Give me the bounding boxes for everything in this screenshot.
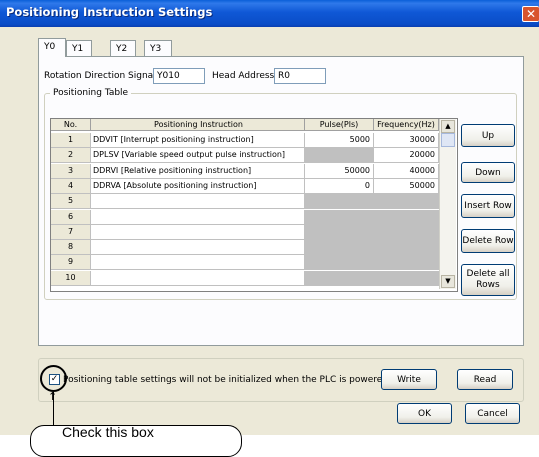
tab-y3[interactable]: Y3	[144, 40, 172, 56]
row-number: 7	[51, 224, 91, 240]
frequency-cell	[374, 194, 439, 210]
frequency-cell	[374, 240, 439, 256]
instruction-text: DDRVI [Relative positioning instruction]	[93, 165, 252, 175]
instruction-text: DDVIT [Interrupt positioning instruction…	[93, 135, 254, 144]
rotation-direction-label: Rotation Direction Signal	[44, 71, 156, 81]
positioning-table: No. Positioning Instruction Pulse(Pls) F…	[50, 118, 458, 292]
frequency-cell[interactable]: 30000	[374, 133, 439, 148]
up-button[interactable]: Up	[461, 124, 515, 147]
row-number: 2	[51, 148, 91, 164]
table-row[interactable]: 6▼	[51, 209, 439, 225]
callout-text: Check this box	[62, 424, 154, 440]
instruction-text: DPLSV [Variable speed output pulse instr…	[93, 150, 286, 160]
frequency-cell	[374, 255, 439, 271]
down-button[interactable]: Down	[461, 162, 515, 183]
instruction-cell[interactable]: ▼	[91, 224, 305, 240]
frequency-cell[interactable]: 40000	[374, 163, 439, 179]
close-icon[interactable]: ✕	[522, 6, 539, 22]
column-header-no: No.	[51, 119, 91, 131]
frequency-cell	[374, 209, 439, 225]
read-button[interactable]: Read	[457, 369, 513, 390]
pulse-cell	[305, 209, 374, 225]
row-number: 6	[51, 209, 91, 225]
insert-row-button[interactable]: Insert Row	[461, 194, 515, 218]
row-number: 8	[51, 240, 91, 256]
callout-arrow	[53, 392, 54, 425]
instruction-cell[interactable]: ▼	[91, 255, 305, 271]
ok-button[interactable]: OK	[397, 403, 452, 424]
frequency-cell[interactable]: 50000	[374, 178, 439, 194]
table-row[interactable]: 10▼	[51, 270, 439, 286]
row-number: 1	[51, 133, 91, 148]
callout-circle	[40, 365, 67, 392]
delete-row-button[interactable]: Delete Row	[461, 229, 515, 253]
pulse-cell[interactable]: 5000	[305, 133, 374, 148]
row-number: 4	[51, 178, 91, 194]
instruction-cell[interactable]: DDVIT [Interrupt positioning instruction…	[91, 133, 305, 148]
tab-y0[interactable]: Y0	[38, 38, 66, 57]
instruction-text: DDRVA [Absolute positioning instruction]	[93, 180, 257, 190]
column-header-frequency: Frequency(Hz)	[374, 119, 439, 131]
column-header-instruction: Positioning Instruction	[91, 119, 305, 131]
pulse-cell	[305, 270, 374, 286]
row-number: 9	[51, 255, 91, 271]
instruction-cell[interactable]: DDRVA [Absolute positioning instruction]…	[91, 178, 305, 194]
instruction-cell[interactable]: DDRVI [Relative positioning instruction]…	[91, 163, 305, 179]
table-row[interactable]: 3 DDRVI [Relative positioning instruction…	[51, 163, 439, 179]
table-row[interactable]: 7▼	[51, 224, 439, 240]
head-address-input[interactable]: R0	[274, 68, 326, 84]
tab-y2[interactable]: Y2	[110, 40, 136, 56]
write-button[interactable]: Write	[381, 369, 437, 390]
row-number: 5	[51, 194, 91, 210]
frequency-cell	[374, 270, 439, 286]
table-row[interactable]: 5▼	[51, 194, 439, 210]
scroll-up-icon[interactable]: ▲	[441, 120, 455, 133]
scroll-down-icon[interactable]: ▼	[441, 275, 455, 288]
pulse-cell[interactable]: 50000	[305, 163, 374, 179]
instruction-cell[interactable]: ▼	[91, 240, 305, 256]
table-header-row: No. Positioning Instruction Pulse(Pls) F…	[51, 119, 439, 131]
pulse-cell[interactable]: 0	[305, 178, 374, 194]
table-row[interactable]: 1 DDVIT [Interrupt positioning instructio…	[51, 133, 439, 148]
scroll-thumb[interactable]	[441, 133, 455, 147]
table-row[interactable]: 4 DDRVA [Absolute positioning instruction…	[51, 178, 439, 194]
pulse-cell	[305, 224, 374, 240]
pulse-cell	[305, 255, 374, 271]
instruction-cell[interactable]: ▼	[91, 270, 305, 286]
pulse-cell	[305, 148, 374, 164]
row-number: 3	[51, 163, 91, 179]
instruction-cell[interactable]: ▼	[91, 194, 305, 210]
instruction-cell[interactable]: ▼	[91, 209, 305, 225]
title-bar[interactable]: Positioning Instruction Settings ✕	[0, 0, 539, 27]
window-title: Positioning Instruction Settings	[6, 5, 213, 19]
table-row[interactable]: 2 DPLSV [Variable speed output pulse inst…	[51, 148, 439, 164]
pulse-cell	[305, 240, 374, 256]
table-row[interactable]: 9▼	[51, 255, 439, 271]
rotation-direction-input[interactable]: Y010	[153, 68, 205, 84]
dialog-window: Positioning Instruction Settings ✕ Y0 Y1…	[0, 0, 539, 457]
table-scrollbar[interactable]: ▲ ▼	[439, 119, 456, 289]
table-row[interactable]: 8▼	[51, 240, 439, 256]
column-header-pulse: Pulse(Pls)	[305, 119, 374, 131]
delete-all-rows-button[interactable]: Delete all Rows	[461, 264, 515, 296]
group-title: Positioning Table	[50, 88, 132, 98]
cancel-button[interactable]: Cancel	[465, 403, 520, 424]
frequency-cell[interactable]: 20000	[374, 148, 439, 164]
head-address-label: Head Address	[212, 71, 275, 81]
pulse-cell	[305, 194, 374, 210]
row-number: 10	[51, 270, 91, 286]
tab-y1[interactable]: Y1	[66, 40, 92, 56]
frequency-cell	[374, 224, 439, 240]
instruction-cell[interactable]: DPLSV [Variable speed output pulse instr…	[91, 148, 305, 164]
init-checkbox-label: Positioning table settings will not be i…	[63, 375, 403, 385]
